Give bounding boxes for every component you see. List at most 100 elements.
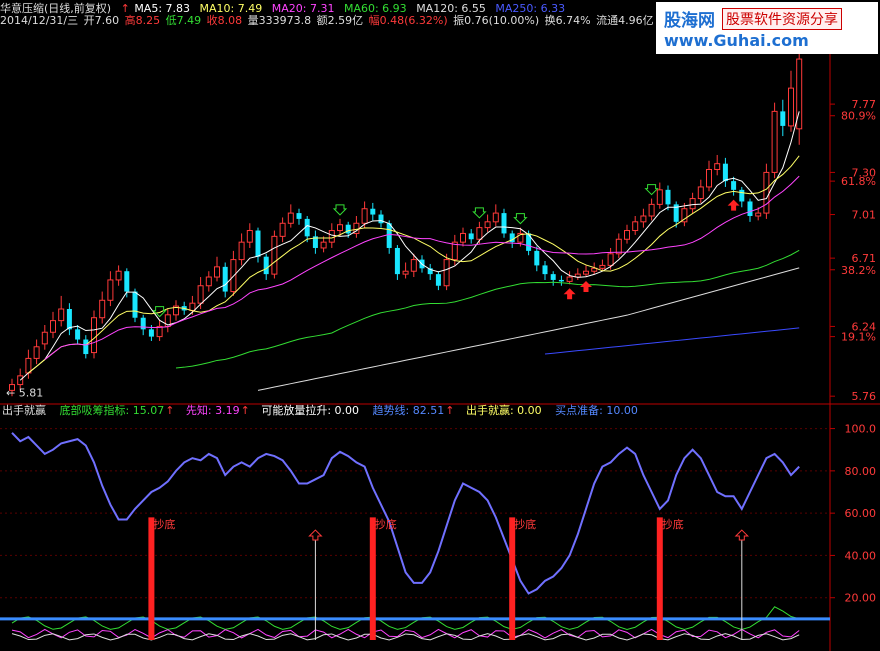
candle-body xyxy=(788,87,794,127)
price-tick-label: 5.76 xyxy=(852,390,877,403)
indicator-bottom: 底部吸筹指标: 15.07 xyxy=(59,404,165,417)
candle-body xyxy=(624,230,630,240)
candle-body xyxy=(394,247,400,275)
candle-body xyxy=(632,221,639,232)
ind-tick-label: 20.00 xyxy=(845,592,877,605)
candle-body xyxy=(763,171,770,214)
candle-body xyxy=(197,285,204,304)
candle-body xyxy=(148,329,154,337)
indicator-trend: 趋势线: 82.51 xyxy=(372,404,445,417)
candle-body xyxy=(731,181,737,190)
sell-arrow-icon xyxy=(644,184,659,196)
buy-signal-label: 抄底 xyxy=(153,517,175,531)
candle-body xyxy=(66,309,72,330)
indicator-volume: 可能放量拉升: 0.00 xyxy=(261,404,360,417)
candle-body xyxy=(205,276,212,287)
candle-body xyxy=(534,250,540,266)
candle-body xyxy=(361,208,368,224)
candle-body xyxy=(492,212,499,223)
candle-body xyxy=(296,213,302,219)
candle-body xyxy=(320,241,327,249)
candle-body xyxy=(271,235,278,275)
candle-body xyxy=(558,279,564,282)
candle-body xyxy=(402,270,409,275)
candle-body xyxy=(780,111,786,126)
candle-body xyxy=(443,259,450,287)
candle-body xyxy=(542,265,548,275)
candle-body xyxy=(755,212,762,217)
candle-body xyxy=(50,320,56,333)
candle-body xyxy=(115,270,122,281)
candle-body xyxy=(550,274,556,280)
candle-body xyxy=(370,208,376,215)
ind-tick-label: 40.00 xyxy=(845,549,877,562)
candle-body xyxy=(99,299,106,319)
price-axis: 7.7780.9%7.3061.8%7.016.7138.2%6.2419.1%… xyxy=(830,98,876,403)
candle-body xyxy=(279,222,286,237)
candle-body xyxy=(468,233,474,240)
sell-arrow-icon xyxy=(472,207,487,219)
candle-body xyxy=(41,331,48,345)
candle-body xyxy=(91,317,97,354)
candle-body xyxy=(107,279,114,301)
buy-arrow-icon xyxy=(580,281,592,293)
stock-chart: ← 5.81 7.7780.9%7.3061.8%7.016.7138.2%6.… xyxy=(0,30,880,651)
candle-body xyxy=(615,238,622,255)
candle-body xyxy=(189,302,196,311)
buy-signal-bar xyxy=(509,517,516,640)
price-tick-label: 19.1% xyxy=(841,331,876,344)
candle-body xyxy=(665,189,671,205)
buy-signal-label: 抄底 xyxy=(662,517,684,531)
candle-body xyxy=(75,329,81,340)
price-tick-label: 80.9% xyxy=(841,110,876,123)
candle-body xyxy=(476,227,483,240)
moving-average-lines xyxy=(19,111,800,391)
candle-body xyxy=(246,230,253,243)
candle-body xyxy=(566,276,573,282)
ma250-line xyxy=(544,327,800,355)
indicator-panel: 抄底 抄底 抄底 抄底 xyxy=(0,432,830,641)
arrow-signal-icon xyxy=(308,529,323,541)
volume-line xyxy=(11,633,800,641)
ind-tick-label: 80.00 xyxy=(845,465,877,478)
indicator-name: 出手就赢 xyxy=(2,404,46,417)
candle-body xyxy=(739,189,745,202)
indicator-ready: 买点准备: 10.00 xyxy=(555,404,638,417)
buy-signal-bar xyxy=(148,517,155,640)
candle-body xyxy=(83,339,89,355)
buy-arrow-icon xyxy=(727,199,740,211)
candle-body xyxy=(484,221,491,229)
candle-body xyxy=(124,271,130,292)
candle-body xyxy=(132,291,138,318)
candle-body xyxy=(689,198,696,210)
candle-body xyxy=(287,212,294,224)
watermark-slogan: 股票软件资源分享 xyxy=(722,8,842,30)
candle-body xyxy=(328,230,335,243)
buy-signal-label: 抄底 xyxy=(514,517,536,531)
candle-body xyxy=(378,214,384,224)
candle-body xyxy=(263,256,269,275)
candle-body xyxy=(771,110,778,173)
buy-signal-bar xyxy=(656,517,663,640)
candle-body xyxy=(156,325,163,338)
buy-arrow-icon xyxy=(563,288,576,300)
candle-body xyxy=(501,213,507,234)
candle-body xyxy=(460,232,466,243)
candle-body xyxy=(214,266,220,278)
sell-arrow-icon xyxy=(513,213,528,225)
candle-body xyxy=(583,270,589,275)
watermark-site: 股海网 xyxy=(664,11,715,31)
candle-body xyxy=(255,230,261,257)
indicator-axis: 100.0 80.00 60.00 40.00 20.00 xyxy=(830,423,876,605)
candle-body xyxy=(345,224,351,234)
watermark-url: www.Guhai.com xyxy=(664,31,809,50)
indicator-header: 出手就赢 底部吸筹指标: 15.07↑ 先知: 3.19↑ 可能放量拉升: 0.… xyxy=(2,404,638,417)
price-tick-label: 7.01 xyxy=(852,209,877,222)
ma60-line xyxy=(175,249,800,369)
buy-signal-bar xyxy=(369,517,376,640)
candle-body xyxy=(337,224,343,232)
candle-body xyxy=(722,163,728,182)
candle-body xyxy=(435,274,441,286)
candle-body xyxy=(706,169,712,188)
candle-body xyxy=(607,253,614,266)
